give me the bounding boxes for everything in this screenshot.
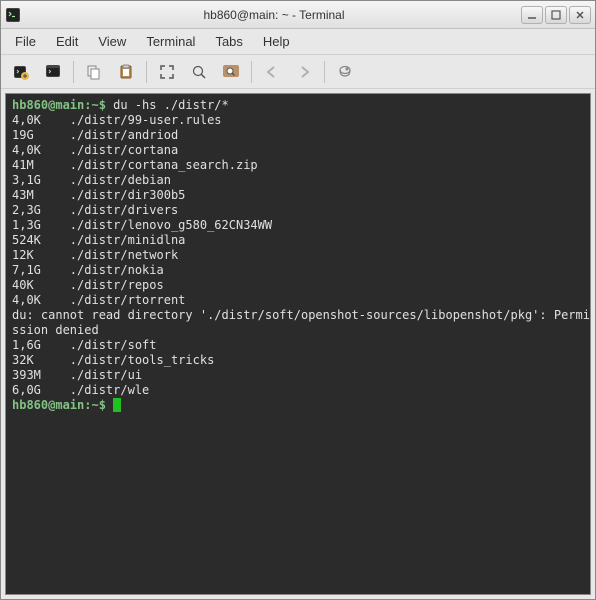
menu-edit[interactable]: Edit (46, 31, 88, 52)
output-line: 1,6G ./distr/soft (12, 338, 157, 352)
new-tab-button[interactable] (7, 59, 35, 85)
output-line: 7,1G ./distr/nokia (12, 263, 164, 277)
window-controls (521, 6, 591, 24)
output-line: 2,3G ./distr/drivers (12, 203, 178, 217)
menu-help[interactable]: Help (253, 31, 300, 52)
close-button[interactable] (569, 6, 591, 24)
terminal-window: hb860@main: ~ - Terminal File Edit View … (0, 0, 596, 600)
window-title: hb860@main: ~ - Terminal (27, 8, 521, 22)
command: du -hs ./distr/* (113, 98, 229, 112)
prompt: hb860@main:~$ (12, 98, 113, 112)
output-line: 4,0K ./distr/99-user.rules (12, 113, 222, 127)
find-button[interactable] (217, 59, 245, 85)
output-line: du: cannot read directory './distr/soft/… (12, 308, 590, 322)
zoom-button[interactable] (185, 59, 213, 85)
output-line: 4,0K ./distr/cortana (12, 143, 178, 157)
copy-button[interactable] (80, 59, 108, 85)
terminal-output[interactable]: hb860@main:~$ du -hs ./distr/* 4,0K ./di… (5, 93, 591, 595)
cursor (113, 398, 121, 412)
output-line: 32K ./distr/tools_tricks (12, 353, 214, 367)
menubar: File Edit View Terminal Tabs Help (1, 29, 595, 55)
output-line: 40K ./distr/repos (12, 278, 164, 292)
terminal-app-icon (5, 7, 21, 23)
output-line: 41M ./distr/cortana_search.zip (12, 158, 258, 172)
output-line: 6,0G ./distr/wle (12, 383, 149, 397)
output-line: 12K ./distr/network (12, 248, 178, 262)
next-tab-button[interactable] (290, 59, 318, 85)
toolbar-separator (146, 61, 147, 83)
output-line: 3,1G ./distr/debian (12, 173, 171, 187)
maximize-button[interactable] (545, 6, 567, 24)
preferences-button[interactable] (331, 59, 359, 85)
output-line: 393M ./distr/ui (12, 368, 142, 382)
terminal-container: hb860@main:~$ du -hs ./distr/* 4,0K ./di… (1, 89, 595, 599)
toolbar-separator (73, 61, 74, 83)
output-line: 4,0K ./distr/rtorrent (12, 293, 185, 307)
titlebar[interactable]: hb860@main: ~ - Terminal (1, 1, 595, 29)
toolbar-separator (324, 61, 325, 83)
menu-terminal[interactable]: Terminal (136, 31, 205, 52)
new-window-button[interactable] (39, 59, 67, 85)
output-line: 43M ./distr/dir300b5 (12, 188, 185, 202)
paste-button[interactable] (112, 59, 140, 85)
toolbar (1, 55, 595, 89)
menu-file[interactable]: File (5, 31, 46, 52)
prompt: hb860@main:~$ (12, 398, 113, 412)
output-line: 1,3G ./distr/lenovo_g580_62CN34WW (12, 218, 272, 232)
output-line: ssion denied (12, 323, 99, 337)
prev-tab-button[interactable] (258, 59, 286, 85)
toolbar-separator (251, 61, 252, 83)
output-line: 19G ./distr/andriod (12, 128, 178, 142)
fullscreen-button[interactable] (153, 59, 181, 85)
output-line: 524K ./distr/minidlna (12, 233, 185, 247)
menu-tabs[interactable]: Tabs (205, 31, 252, 52)
menu-view[interactable]: View (88, 31, 136, 52)
minimize-button[interactable] (521, 6, 543, 24)
